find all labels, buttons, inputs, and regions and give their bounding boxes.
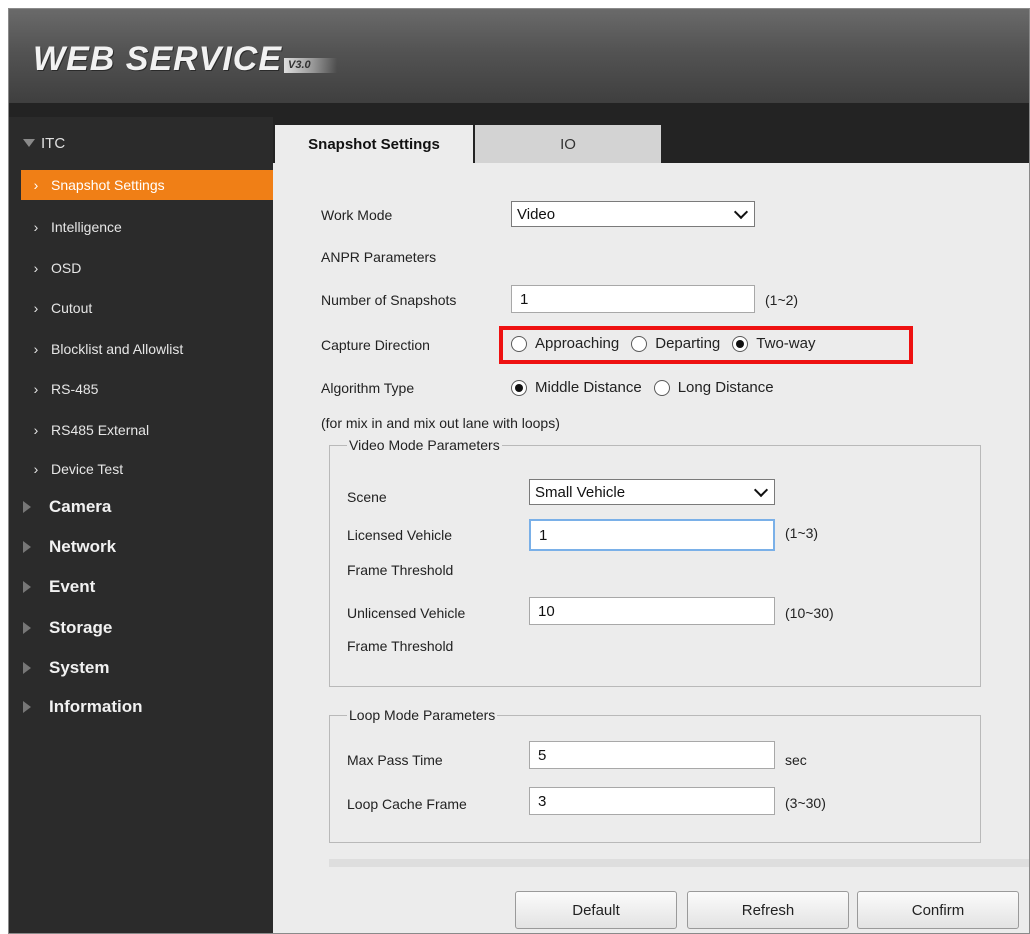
scene-select[interactable]: Small Vehicle [529, 479, 775, 505]
sidebar-group-label: Storage [49, 618, 113, 637]
sidebar-item-rs485[interactable]: › RS-485 [9, 373, 273, 405]
tab-bar: Snapshot Settings IO [273, 117, 1029, 163]
chevron-right-icon: › [33, 422, 39, 438]
sidebar-group-label: Network [49, 537, 117, 556]
sidebar-item-snapshot-settings[interactable]: › Snapshot Settings [21, 170, 273, 200]
chevron-right-icon: › [33, 177, 39, 193]
loop-cache-frame-label: Loop Cache Frame [347, 796, 467, 812]
loop-cache-frame-input[interactable] [529, 787, 775, 815]
highlight-box [499, 326, 913, 364]
unlicensed-frame-threshold-input[interactable] [529, 597, 775, 625]
sidebar-item-osd[interactable]: › OSD [9, 252, 273, 284]
number-of-snapshots-input[interactable] [511, 285, 755, 313]
max-pass-time-unit: sec [785, 752, 807, 768]
work-mode-label: Work Mode [321, 207, 393, 223]
loop-cache-frame-range: (3~30) [785, 795, 826, 811]
sidebar-group-information[interactable]: Information [9, 691, 273, 723]
radio-label: Middle Distance [535, 379, 642, 396]
chevron-down-icon [733, 204, 749, 220]
algorithm-type-label: Algorithm Type [321, 380, 415, 396]
caret-right-icon [23, 501, 31, 513]
logo-version: V3.0 [284, 58, 337, 73]
sidebar-item-cutout[interactable]: › Cutout [9, 292, 273, 324]
sidebar-group-event[interactable]: Event [9, 571, 273, 603]
work-mode-select[interactable]: Video [511, 201, 755, 227]
chevron-right-icon: › [33, 219, 39, 235]
sidebar-group-system[interactable]: System [9, 652, 273, 684]
sidebar-group-camera[interactable]: Camera [9, 491, 273, 523]
number-of-snapshots-label: Number of Snapshots [321, 292, 457, 308]
settings-panel: Work Mode Video ANPR Parameters Number o… [273, 163, 1029, 933]
sidebar-item-label: OSD [51, 260, 82, 276]
video-mode-legend: Video Mode Parameters [347, 437, 502, 453]
radio-long-distance[interactable] [653, 379, 670, 396]
sidebar-item-blocklist-allowlist[interactable]: › Blocklist and Allowlist [9, 333, 273, 365]
sidebar-group-network[interactable]: Network [9, 531, 273, 563]
caret-right-icon [23, 701, 31, 713]
header-strip [9, 103, 1029, 117]
sidebar-group-label: Event [49, 577, 96, 596]
confirm-button[interactable]: Confirm [857, 891, 1019, 929]
sidebar-item-device-test[interactable]: › Device Test [9, 453, 273, 485]
scene-label: Scene [347, 489, 387, 505]
scene-value: Small Vehicle [535, 483, 626, 501]
sidebar-item-label: Intelligence [51, 219, 122, 235]
logo-text: WEB SERVICE [33, 40, 283, 78]
chevron-right-icon: › [33, 300, 39, 316]
sidebar-item-label: RS-485 [51, 381, 99, 397]
caret-right-icon [23, 662, 31, 674]
mix-lane-note: (for mix in and mix out lane with loops) [321, 415, 560, 431]
unlicensed-frame-threshold-range: (10~30) [785, 605, 834, 621]
caret-right-icon [23, 581, 31, 593]
sidebar: ITC › Snapshot Settings › Intelligence ›… [9, 117, 273, 933]
number-of-snapshots-range: (1~2) [765, 292, 799, 308]
sidebar-item-label: Cutout [51, 300, 93, 316]
algorithm-type-group: Middle Distance Long Distance [511, 379, 786, 396]
sidebar-item-label: RS485 External [51, 422, 150, 438]
chevron-right-icon: › [33, 260, 39, 276]
sidebar-item-rs485-external[interactable]: › RS485 External [9, 414, 273, 446]
sidebar-root-label: ITC [41, 134, 66, 152]
tab-io[interactable]: IO [475, 125, 661, 163]
sidebar-item-label: Snapshot Settings [51, 177, 165, 193]
app-window: WEB SERVICE V3.0 ITC › Snapshot Settings… [8, 8, 1030, 934]
caret-right-icon [23, 622, 31, 634]
unlicensed-frame-threshold-label: Unlicensed Vehicle [347, 605, 466, 621]
caret-down-icon [23, 139, 35, 147]
licensed-frame-threshold-label: Licensed Vehicle [347, 527, 453, 543]
loop-mode-fieldset [329, 715, 981, 843]
radio-label: Long Distance [677, 379, 774, 396]
sidebar-root-itc[interactable]: ITC [9, 127, 273, 159]
divider [329, 859, 1029, 867]
max-pass-time-input[interactable] [529, 741, 775, 769]
logo: WEB SERVICE V3.0 [33, 31, 337, 79]
anpr-parameters-heading: ANPR Parameters [321, 249, 437, 265]
licensed-frame-threshold-input[interactable] [529, 519, 775, 551]
chevron-down-icon [753, 482, 769, 498]
tab-snapshot-settings[interactable]: Snapshot Settings [275, 125, 473, 163]
loop-mode-legend: Loop Mode Parameters [347, 707, 498, 723]
unlicensed-frame-threshold-label-2: Frame Threshold [347, 638, 454, 654]
chevron-right-icon: › [33, 461, 39, 477]
header: WEB SERVICE V3.0 [9, 9, 1029, 103]
sidebar-group-storage[interactable]: Storage [9, 612, 273, 644]
max-pass-time-label: Max Pass Time [347, 752, 443, 768]
radio-middle-distance[interactable] [511, 379, 527, 396]
sidebar-item-label: Blocklist and Allowlist [51, 341, 184, 357]
capture-direction-label: Capture Direction [321, 337, 430, 353]
sidebar-item-intelligence[interactable]: › Intelligence [9, 211, 273, 243]
caret-right-icon [23, 541, 31, 553]
sidebar-group-label: Information [49, 697, 143, 716]
sidebar-group-label: System [49, 658, 110, 677]
work-mode-value: Video [517, 205, 556, 223]
refresh-button[interactable]: Refresh [687, 891, 849, 929]
chevron-right-icon: › [33, 341, 39, 357]
sidebar-group-label: Camera [49, 497, 112, 516]
licensed-frame-threshold-range: (1~3) [785, 525, 819, 541]
chevron-right-icon: › [33, 381, 39, 397]
licensed-frame-threshold-label-2: Frame Threshold [347, 562, 454, 578]
default-button[interactable]: Default [515, 891, 677, 929]
sidebar-item-label: Device Test [51, 461, 124, 477]
